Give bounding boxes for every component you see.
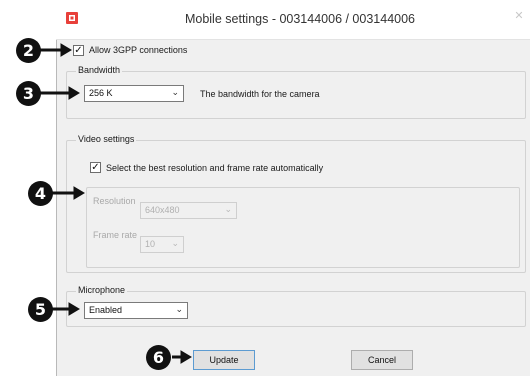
- callout-2: 2: [16, 38, 41, 63]
- callout-3: 3: [16, 81, 41, 106]
- callout-arrows: [40, 43, 192, 364]
- arrow-right-icon: [40, 86, 80, 100]
- callout-6: 6: [146, 345, 171, 370]
- arrow-right-icon: [52, 186, 85, 200]
- callout-5: 5: [28, 297, 53, 322]
- callout-4: 4: [28, 181, 53, 206]
- arrow-right-icon: [40, 43, 72, 57]
- arrow-right-icon: [172, 350, 192, 364]
- arrow-right-icon: [52, 302, 80, 316]
